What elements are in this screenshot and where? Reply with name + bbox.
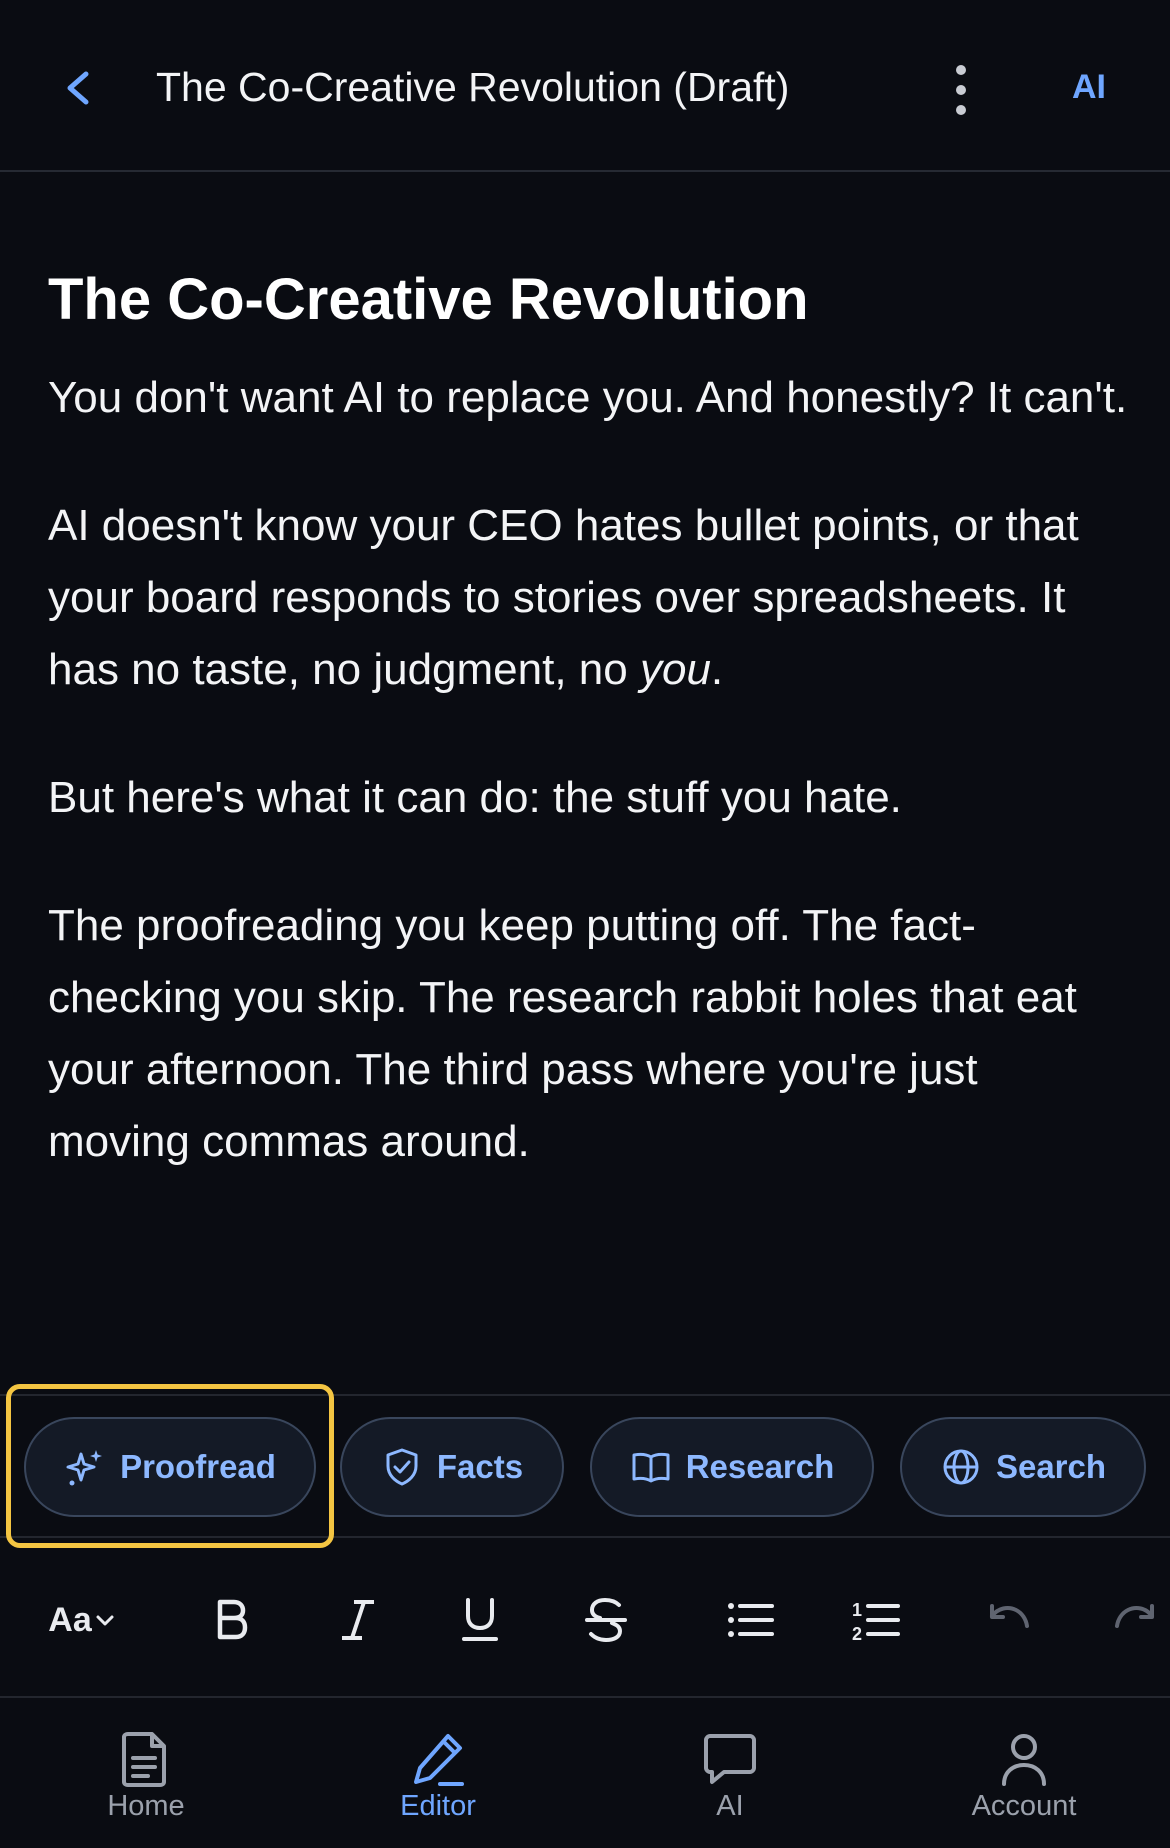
bottom-navigation: Home Editor AI Account — [0, 1700, 1170, 1848]
bullet-list-button[interactable] — [722, 1592, 778, 1648]
italic-icon — [342, 1600, 374, 1640]
strikethrough-button[interactable] — [578, 1592, 634, 1648]
paragraph: But here's what it can do: the stuff you… — [48, 773, 902, 822]
undo-button[interactable] — [980, 1592, 1036, 1648]
nav-account[interactable]: Account — [924, 1730, 1124, 1823]
research-button[interactable]: Research — [590, 1417, 874, 1517]
top-bar: The Co-Creative Revolution (Draft) AI — [0, 0, 1170, 172]
bullet-list-icon — [728, 1603, 774, 1637]
numbered-list-button[interactable]: 1 2 — [848, 1592, 904, 1648]
nav-home-label: Home — [107, 1790, 185, 1822]
pencil-icon — [414, 1734, 464, 1786]
proofread-button[interactable]: Proofread — [24, 1417, 316, 1517]
chevron-down-icon — [96, 1615, 114, 1626]
nav-ai[interactable]: AI — [630, 1730, 830, 1823]
undo-icon — [990, 1604, 1029, 1628]
facts-button[interactable]: Facts — [340, 1417, 564, 1517]
chevron-left-icon — [67, 71, 89, 105]
redo-button[interactable] — [1108, 1592, 1164, 1648]
shield-check-icon — [386, 1448, 418, 1486]
svg-text:1: 1 — [852, 1600, 862, 1620]
search-button[interactable]: Search — [900, 1417, 1146, 1517]
italic-button[interactable] — [330, 1592, 386, 1648]
editor-screen: The Co-Creative Revolution (Draft) AI Th… — [0, 0, 1170, 1848]
book-open-icon — [632, 1452, 670, 1483]
underline-button[interactable] — [452, 1592, 508, 1648]
formatting-toolbar: Aa 1 2 — [0, 1540, 1170, 1698]
paragraph: You don't want AI to replace you. And ho… — [48, 373, 1128, 422]
nav-account-label: Account — [971, 1790, 1077, 1822]
nav-home[interactable]: Home — [46, 1730, 246, 1823]
back-button[interactable] — [58, 62, 98, 114]
bold-icon — [217, 1599, 248, 1640]
font-size-button[interactable]: Aa — [44, 1592, 120, 1648]
svg-text:2: 2 — [852, 1624, 862, 1644]
facts-label: Facts — [436, 1448, 524, 1485]
underline-icon — [462, 1598, 498, 1641]
bold-button[interactable] — [204, 1592, 260, 1648]
nav-ai-label: AI — [716, 1790, 744, 1822]
chat-bubble-icon — [704, 1734, 756, 1784]
article-heading: The Co-Creative Revolution — [48, 267, 809, 332]
proofread-label: Proofread — [120, 1448, 276, 1485]
numbered-list-icon: 1 2 — [852, 1600, 900, 1644]
more-vertical-icon — [956, 65, 966, 115]
editor-content[interactable]: The Co-Creative Revolution You don't wan… — [48, 262, 1128, 1234]
font-size-label: Aa — [48, 1600, 92, 1639]
research-label: Research — [685, 1448, 835, 1485]
globe-icon — [943, 1449, 979, 1485]
nav-editor[interactable]: Editor — [338, 1730, 538, 1823]
emphasis-text: you — [639, 645, 711, 694]
strikethrough-icon — [585, 1597, 627, 1643]
search-label: Search — [995, 1448, 1107, 1485]
user-icon — [1002, 1734, 1046, 1786]
paragraph-text: AI doesn't know your CEO hates bullet po… — [48, 501, 1079, 694]
paragraph: The proofreading you keep putting off. T… — [48, 901, 1077, 1166]
document-icon — [122, 1732, 166, 1787]
nav-editor-label: Editor — [400, 1790, 476, 1822]
paragraph-text: . — [710, 645, 724, 694]
more-options-button[interactable] — [944, 62, 978, 118]
redo-icon — [1115, 1604, 1154, 1628]
ai-button[interactable]: AI — [1072, 68, 1106, 107]
sparkles-icon — [66, 1450, 103, 1486]
document-title: The Co-Creative Revolution (Draft) — [156, 64, 790, 110]
paragraph: AI doesn't know your CEO hates bullet po… — [48, 490, 1128, 706]
